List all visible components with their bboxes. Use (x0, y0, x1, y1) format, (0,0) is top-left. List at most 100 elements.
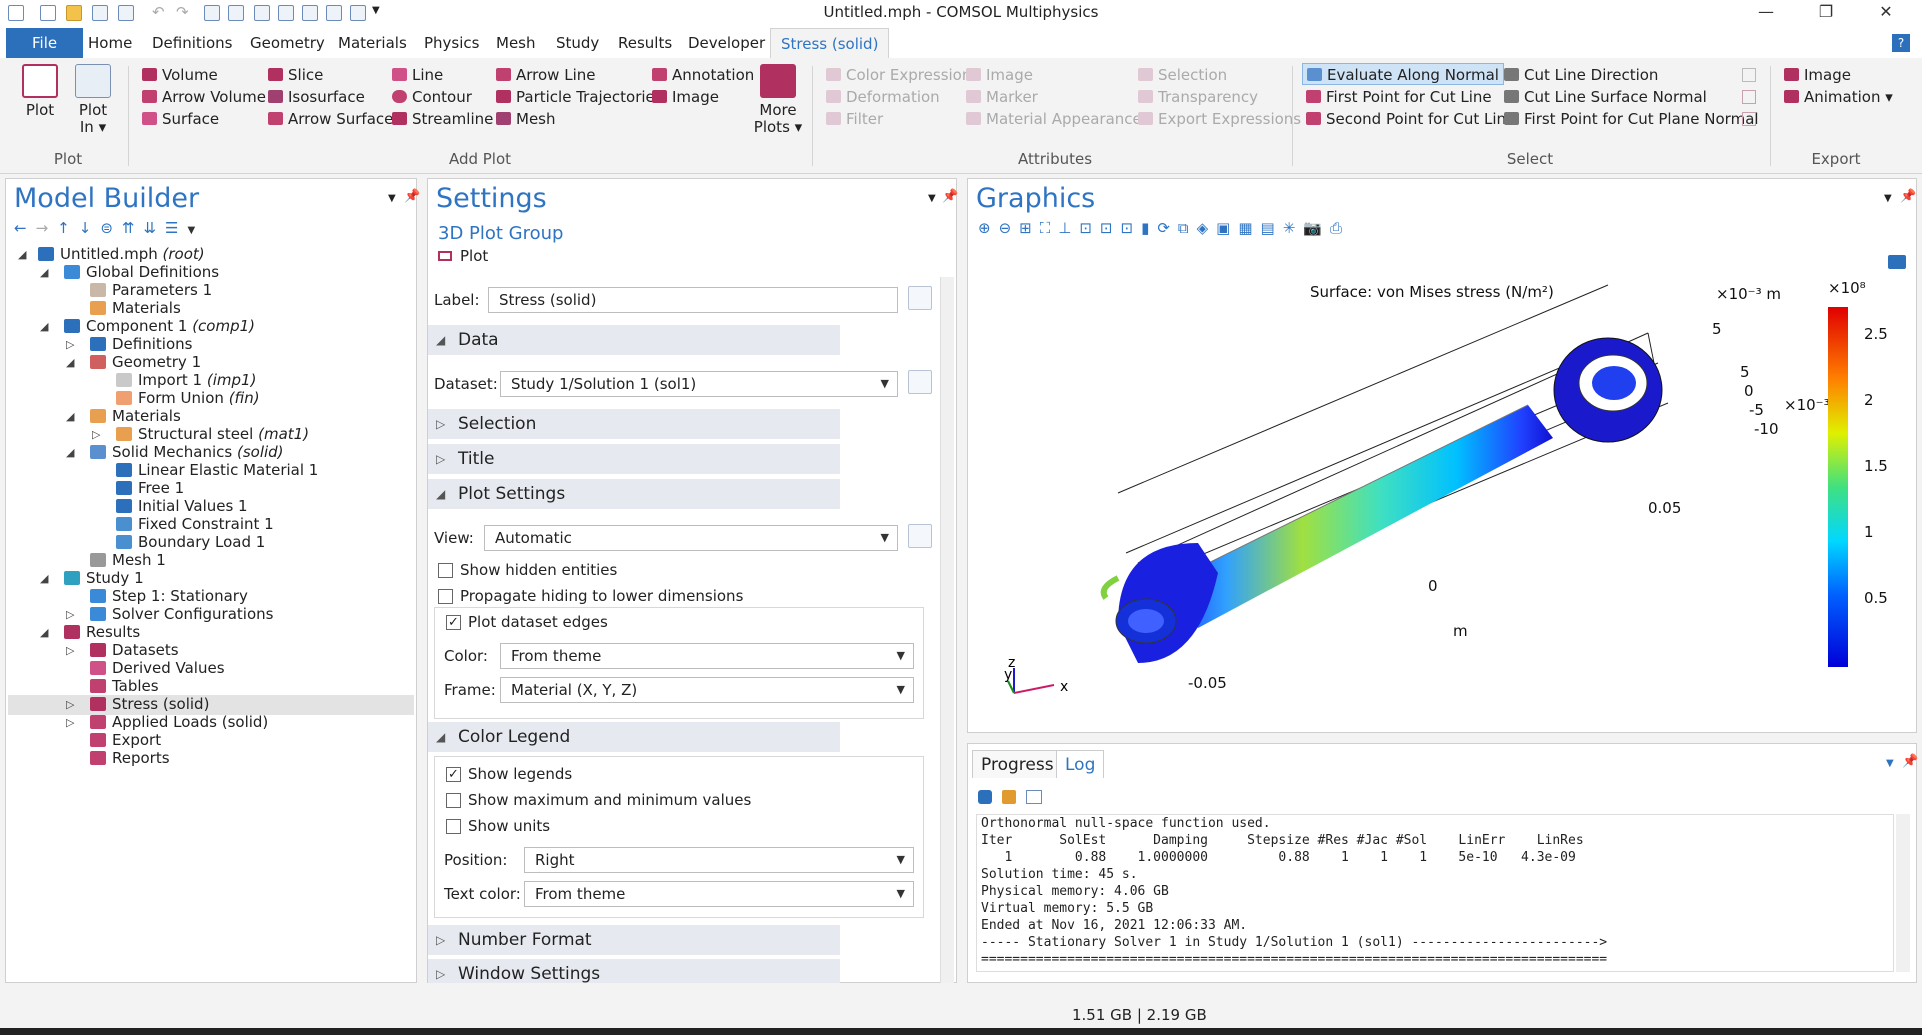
export-image-button[interactable]: Image (1784, 64, 1851, 86)
mesh-plot-button[interactable]: Mesh (496, 108, 556, 130)
transparency-button[interactable]: Transparency (1138, 86, 1258, 108)
position-select[interactable]: Right (524, 847, 914, 873)
expand-icon[interactable]: ▷ (92, 428, 100, 441)
back-icon[interactable]: ← (14, 219, 36, 237)
view-select[interactable]: Automatic (484, 525, 898, 551)
collapse-icon[interactable]: ⇈ (122, 219, 144, 237)
selection-mode-icon[interactable]: ⧉ (1178, 219, 1197, 237)
zoom-box-icon[interactable]: ⊞ (1019, 219, 1040, 237)
select-extra-icon[interactable] (1742, 90, 1756, 104)
collapse-icon[interactable]: ◢ (40, 320, 48, 333)
panel-menu-icon[interactable]: ▼ (1886, 758, 1894, 769)
move-up-icon[interactable]: ↑ (57, 219, 79, 237)
streamline-button[interactable]: Streamline (392, 108, 493, 130)
transparency-icon[interactable]: ◈ (1197, 219, 1217, 237)
zoom-in-icon[interactable]: ⊕ (978, 219, 999, 237)
volume-button[interactable]: Volume (142, 64, 218, 86)
panel-menu-icon[interactable]: ▼ (388, 193, 396, 204)
view-zx-icon[interactable]: ⊡ (1120, 219, 1141, 237)
tab-home[interactable]: Home (78, 28, 142, 58)
collapse-icon[interactable]: ◢ (40, 572, 48, 585)
tab-results[interactable]: Results (608, 28, 682, 58)
pin-icon[interactable]: 📌 (942, 189, 958, 204)
collapse-icon[interactable]: ◢ (18, 248, 26, 261)
plot-button[interactable]: Plot (14, 64, 66, 119)
tree-item[interactable]: Reports (90, 747, 170, 769)
zoom-extents-icon[interactable]: ⛶ (1040, 219, 1059, 237)
panel-menu-icon[interactable]: ▼ (1884, 193, 1892, 204)
isosurface-button[interactable]: Isosurface (268, 86, 365, 108)
tab-mesh[interactable]: Mesh (486, 28, 546, 58)
tab-log[interactable]: Log (1056, 750, 1105, 778)
go-to-view-icon[interactable] (908, 524, 932, 548)
export-animation-button[interactable]: Animation ▾ (1784, 86, 1893, 108)
settings-plot-button[interactable]: Plot (438, 247, 488, 265)
particle-trajectories-button[interactable]: Particle Trajectories (496, 86, 663, 108)
tab-developer[interactable]: Developer (678, 28, 775, 58)
clear-icon[interactable] (1002, 790, 1016, 804)
second-point-cut-line-button[interactable]: Second Point for Cut Line (1306, 108, 1515, 130)
settings-scrollbar[interactable] (940, 277, 954, 983)
image-attribute-button[interactable]: Image (966, 64, 1033, 86)
tab-stress-solid[interactable]: Stress (solid) (770, 28, 890, 58)
grid-icon[interactable]: ▦ (1238, 219, 1260, 237)
show-max-min-checkbox[interactable] (446, 793, 461, 808)
tab-study[interactable]: Study (546, 28, 609, 58)
frame-select[interactable]: Material (X, Y, Z) (500, 677, 914, 703)
show-units-checkbox[interactable] (446, 819, 461, 834)
select-extra-icon[interactable] (1742, 68, 1756, 82)
surface-button[interactable]: Surface (142, 108, 219, 130)
help-icon[interactable]: ? (1892, 34, 1910, 52)
selection-section-header[interactable]: ▷ Selection (428, 409, 840, 439)
log-scrollbar[interactable] (1896, 814, 1910, 972)
view-xy-icon[interactable]: ⊡ (1079, 219, 1100, 237)
pin-icon[interactable]: 📌 (1902, 754, 1918, 769)
pin-icon[interactable]: 📌 (404, 189, 420, 204)
export-log-icon[interactable] (1026, 790, 1042, 804)
collapse-icon[interactable]: ◢ (66, 446, 74, 459)
axes-icon[interactable]: ⊥ (1058, 219, 1079, 237)
collapse-icon[interactable]: ◢ (66, 356, 74, 369)
cut-line-direction-button[interactable]: Cut Line Direction (1504, 64, 1658, 86)
close-button[interactable]: ✕ (1864, 0, 1908, 26)
color-expression-button[interactable]: Color Expression (826, 64, 971, 86)
deformation-button[interactable]: Deformation (826, 86, 940, 108)
window-settings-section-header[interactable]: ▷ Window Settings (428, 959, 840, 984)
edit-label-icon[interactable] (908, 286, 932, 310)
annotation-button[interactable]: Annotation (652, 64, 754, 86)
image-plot-button[interactable]: Image (652, 86, 719, 108)
expand-icon[interactable]: ▷ (66, 608, 74, 621)
plot-settings-section-header[interactable]: ◢ Plot Settings (428, 479, 840, 509)
list-icon[interactable]: ☰ (165, 219, 187, 237)
arrow-surface-button[interactable]: Arrow Surface (268, 108, 393, 130)
arrow-volume-button[interactable]: Arrow Volume (142, 86, 266, 108)
plot-dataset-edges-checkbox[interactable]: ✓ (446, 615, 461, 630)
collapse-icon[interactable]: ◢ (40, 626, 48, 639)
evaluate-along-normal-button[interactable]: Evaluate Along Normal (1302, 63, 1504, 85)
plot-in-button[interactable]: Plot In ▾ (70, 64, 116, 136)
log-text-area[interactable]: Orthonormal null-space function used. Ite… (976, 814, 1894, 972)
zoom-out-icon[interactable]: ⊖ (999, 219, 1020, 237)
graphics-canvas[interactable]: Surface: von Mises stress (N/m²) ×10⁻³ m (968, 243, 1916, 731)
show-legends-checkbox[interactable]: ✓ (446, 767, 461, 782)
screenshot-icon[interactable]: 📷 (1303, 219, 1330, 237)
rotate-icon[interactable]: ⟳ (1157, 219, 1178, 237)
tab-materials[interactable]: Materials (328, 28, 417, 58)
slice-button[interactable]: Slice (268, 64, 323, 86)
label-input[interactable]: Stress (solid) (488, 287, 898, 313)
selection-attribute-button[interactable]: Selection (1138, 64, 1227, 86)
arrow-line-button[interactable]: Arrow Line (496, 64, 595, 86)
tab-definitions[interactable]: Definitions (142, 28, 242, 58)
view-yz-icon[interactable]: ⊡ (1100, 219, 1121, 237)
collapse-icon[interactable]: ◢ (40, 266, 48, 279)
tab-file[interactable]: File (6, 28, 84, 58)
cut-line-surface-normal-button[interactable]: Cut Line Surface Normal (1504, 86, 1707, 108)
color-select[interactable]: From theme (500, 643, 914, 669)
move-down-icon[interactable]: ↓ (79, 219, 101, 237)
more-icon[interactable]: ▼ (188, 225, 205, 236)
more-plots-button[interactable]: More Plots ▾ (752, 64, 804, 136)
marker-button[interactable]: Marker (966, 86, 1038, 108)
expand-icon[interactable]: ▷ (66, 716, 74, 729)
lock-icon[interactable] (978, 790, 992, 804)
restore-button[interactable]: ❐ (1804, 0, 1848, 26)
